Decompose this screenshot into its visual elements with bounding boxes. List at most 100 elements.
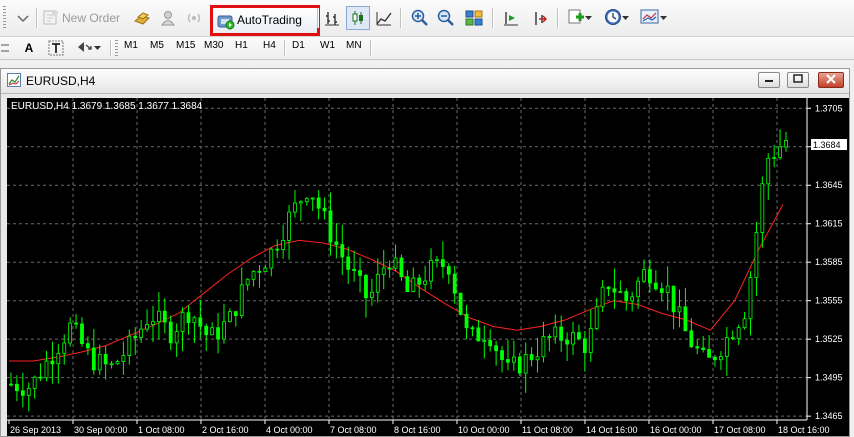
candle-body xyxy=(227,311,232,323)
candle-body xyxy=(440,259,445,267)
timeframe-mn-button[interactable]: MN xyxy=(346,40,362,51)
dropdown-arrow-icon xyxy=(621,12,629,24)
toolbar-grip[interactable] xyxy=(115,40,118,56)
timeframe-h4-button[interactable]: H4 xyxy=(263,40,276,51)
candle-body xyxy=(239,284,244,316)
candle-body xyxy=(210,327,215,336)
candle-body xyxy=(186,312,191,324)
candle-body xyxy=(375,273,380,293)
close-button[interactable] xyxy=(818,72,844,88)
templates-menu[interactable] xyxy=(637,9,669,27)
candle-body xyxy=(606,286,611,290)
candle-body xyxy=(429,260,433,282)
candle-body xyxy=(233,311,238,316)
candle-body xyxy=(316,197,321,209)
candle-body xyxy=(381,267,386,275)
timeframe-m5-button[interactable]: M5 xyxy=(150,40,164,51)
candle-body xyxy=(411,277,416,292)
timeframe-m15-button[interactable]: M15 xyxy=(176,40,195,51)
arrows-menu[interactable] xyxy=(72,39,104,57)
new-order-button[interactable]: New Order xyxy=(42,9,132,27)
candle-body xyxy=(701,347,706,350)
candle-body xyxy=(162,310,167,323)
candle-body xyxy=(216,327,220,340)
candle-body xyxy=(742,318,747,328)
gold-bars-icon[interactable] xyxy=(132,9,152,27)
zoom-in-icon[interactable] xyxy=(410,9,430,27)
timeframe-m1-button[interactable]: M1 xyxy=(124,40,138,51)
candle-body xyxy=(86,343,90,349)
y-tick-label: 1.3525 xyxy=(815,334,843,344)
x-tick-label: 14 Oct 16:00 xyxy=(586,425,638,435)
line-chart-icon[interactable] xyxy=(374,9,394,27)
indicators-menu[interactable] xyxy=(564,9,594,27)
candlestick-icon[interactable] xyxy=(346,6,370,30)
bar-chart-icon[interactable] xyxy=(322,9,342,27)
candle-body xyxy=(145,324,149,330)
signal-icon[interactable] xyxy=(184,9,204,27)
zoom-out-icon[interactable] xyxy=(436,9,456,27)
timeframe-w1-button[interactable]: W1 xyxy=(320,40,335,51)
price-chart[interactable]: 1.37051.36751.36451.36151.35851.35551.35… xyxy=(1,94,849,436)
dropdown-arrow-icon xyxy=(93,42,101,54)
candle-body xyxy=(713,356,717,361)
text-label-icon[interactable] xyxy=(46,39,66,57)
candle-body xyxy=(222,321,226,340)
candle-body xyxy=(257,270,262,273)
chart-window-icon xyxy=(7,73,21,90)
minimize-button[interactable] xyxy=(758,72,780,88)
hline-icon[interactable] xyxy=(0,40,10,56)
candle-body xyxy=(174,331,179,344)
candle-body xyxy=(20,390,25,396)
candle-body xyxy=(358,270,362,276)
new-order-icon xyxy=(42,9,60,28)
candle-body xyxy=(38,376,43,379)
toolbar-grip[interactable] xyxy=(3,6,6,30)
candle-body xyxy=(109,363,114,366)
candle-body xyxy=(287,211,291,241)
y-tick-label: 1.3465 xyxy=(815,411,843,421)
menu-arrow-icon[interactable] xyxy=(14,9,32,27)
candle-body xyxy=(648,269,652,284)
timeframe-d1-button[interactable]: D1 xyxy=(292,40,305,51)
timeframe-m30-button[interactable]: M30 xyxy=(204,40,223,51)
candle-body xyxy=(464,313,469,329)
candle-body xyxy=(636,280,640,298)
chart-shift-icon[interactable] xyxy=(501,9,521,27)
templates-icon xyxy=(640,9,660,28)
candle-body xyxy=(506,359,510,363)
candle-body xyxy=(157,310,161,323)
x-tick-label: 30 Sep 00:00 xyxy=(74,425,128,435)
x-tick-label: 1 Oct 08:00 xyxy=(138,425,185,435)
timeframe-h1-button[interactable]: H1 xyxy=(235,40,248,51)
candle-body xyxy=(553,326,558,338)
candle-body xyxy=(523,354,528,374)
candle-body xyxy=(245,278,250,286)
y-tick-label: 1.3585 xyxy=(815,257,843,267)
candle-body xyxy=(689,330,694,348)
candle-body xyxy=(121,355,126,362)
autotrading-icon xyxy=(217,12,235,33)
chart-titlebar[interactable]: EURUSD,H4 xyxy=(1,69,849,94)
toolbar-separator xyxy=(557,8,559,28)
chart-info-label: EURUSD,H4 1.3679 1.3685 1.3677 1.3684 xyxy=(11,101,203,112)
candle-body xyxy=(452,273,457,294)
candle-body xyxy=(322,207,327,212)
candle-body xyxy=(778,146,782,158)
text-tool-button[interactable]: A xyxy=(20,39,38,57)
candle-body xyxy=(139,328,144,339)
candle-body xyxy=(369,291,374,299)
trader-icon[interactable] xyxy=(158,9,178,27)
autoscroll-icon[interactable] xyxy=(530,9,550,27)
autotrading-button[interactable]: AutoTrading xyxy=(210,5,320,36)
candle-body xyxy=(624,291,629,302)
tile-windows-icon[interactable] xyxy=(464,9,484,27)
new-order-label: New Order xyxy=(62,11,121,25)
chart-window-title: EURUSD,H4 xyxy=(26,74,96,88)
x-tick-label: 10 Oct 00:00 xyxy=(458,425,510,435)
candle-body xyxy=(275,248,280,251)
arrow-icon xyxy=(76,39,94,58)
toolbar-separator xyxy=(492,8,494,28)
maximize-button[interactable] xyxy=(787,72,809,88)
periods-menu[interactable] xyxy=(600,8,632,27)
